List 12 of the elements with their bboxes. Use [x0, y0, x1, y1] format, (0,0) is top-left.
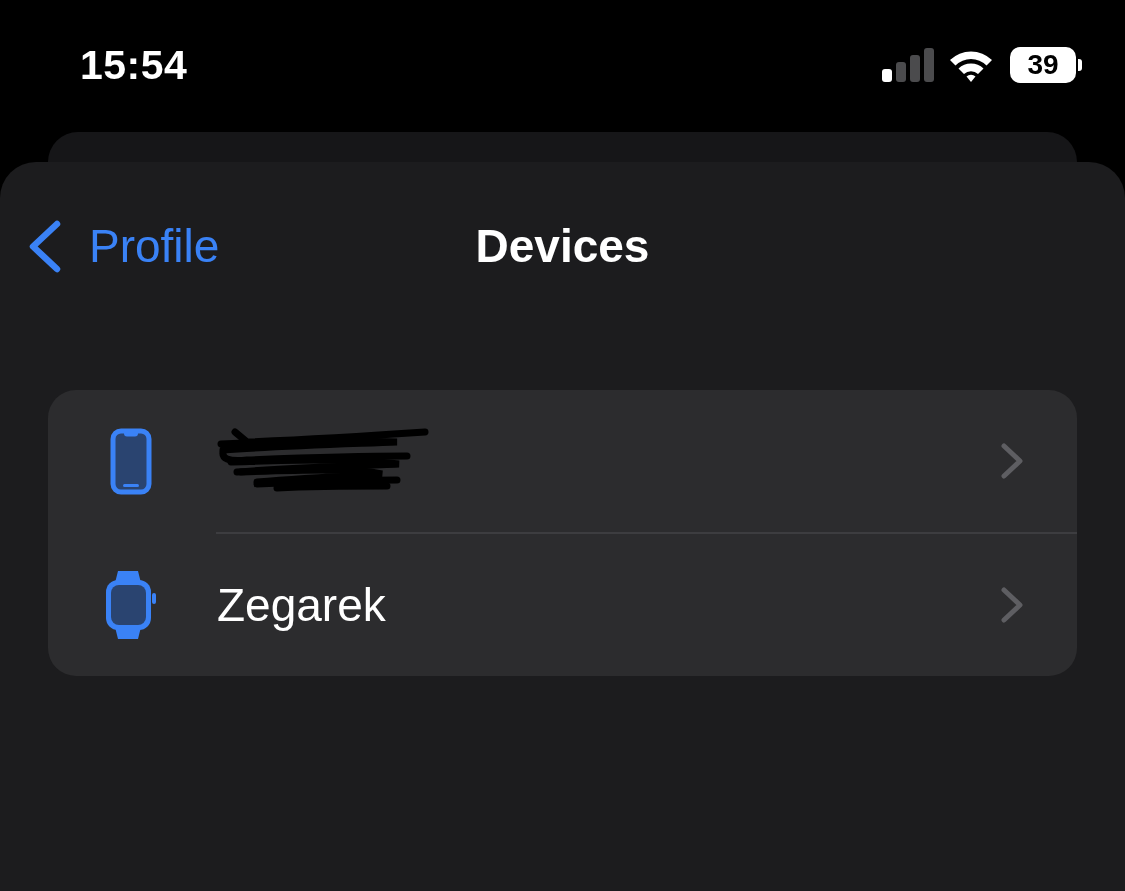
wifi-icon [948, 48, 994, 82]
status-time: 15:54 [80, 44, 188, 86]
battery-indicator: 39 [1010, 47, 1082, 83]
signal-icon [882, 48, 934, 82]
nav-title: Devices [475, 223, 650, 269]
smartwatch-icon [106, 571, 156, 639]
back-button[interactable]: Profile [0, 219, 220, 273]
chevron-right-icon [1001, 443, 1023, 479]
phone-icon [110, 427, 152, 495]
device-row[interactable]: Zegarek [48, 534, 1077, 676]
chevron-left-icon [28, 219, 61, 273]
chevron-right-icon [1001, 587, 1023, 623]
